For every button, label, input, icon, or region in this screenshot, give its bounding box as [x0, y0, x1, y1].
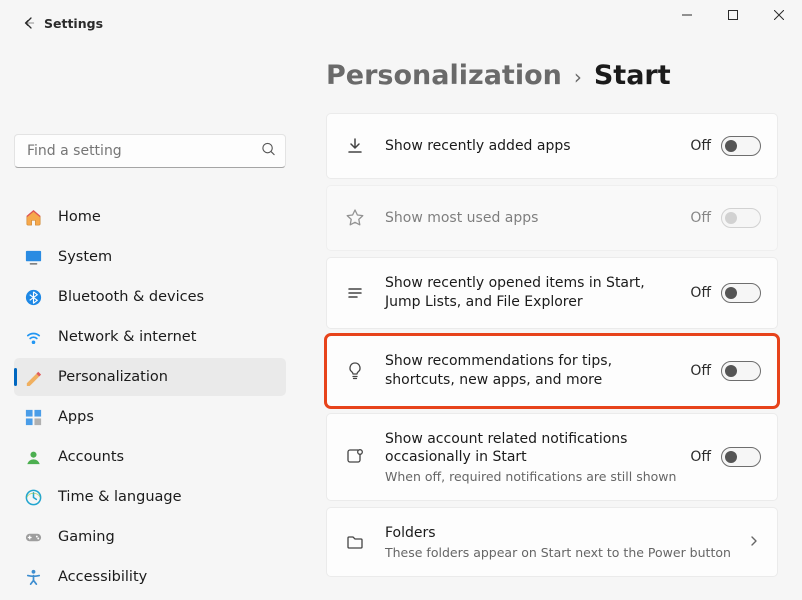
toggle-switch[interactable]: [721, 136, 761, 156]
sidebar-item-label: Bluetooth & devices: [58, 289, 204, 305]
card-title: Show account related notifications occas…: [385, 430, 680, 468]
start-notification-icon: [339, 441, 371, 473]
breadcrumb: Personalization › Start: [326, 60, 778, 91]
sidebar-item-home[interactable]: Home: [14, 198, 286, 236]
maximize-button[interactable]: [710, 0, 756, 30]
personalization-icon: [22, 366, 44, 388]
sidebar-item-label: Accessibility: [58, 569, 147, 585]
toggle-switch[interactable]: [721, 447, 761, 467]
sidebar-item-gaming[interactable]: Gaming: [14, 518, 286, 556]
sidebar-item-accessibility[interactable]: Accessibility: [14, 558, 286, 596]
chevron-right-icon: ›: [574, 65, 582, 89]
sidebar-item-system[interactable]: System: [14, 238, 286, 276]
toggle-switch: [721, 208, 761, 228]
card-recent-items[interactable]: Show recently opened items in Start, Jum…: [326, 257, 778, 329]
home-icon: [22, 206, 44, 228]
search-input[interactable]: [14, 134, 286, 168]
sidebar-item-label: Apps: [58, 409, 94, 425]
sidebar: Home System Bluetooth & devices Network …: [0, 46, 300, 600]
chevron-right-icon: [747, 533, 761, 552]
sidebar-item-label: Gaming: [58, 529, 115, 545]
window-title: Settings: [44, 16, 103, 31]
breadcrumb-parent[interactable]: Personalization: [326, 60, 562, 91]
folder-icon: [339, 526, 371, 558]
sidebar-item-network[interactable]: Network & internet: [14, 318, 286, 356]
sidebar-item-accounts[interactable]: Accounts: [14, 438, 286, 476]
card-account-notifications[interactable]: Show account related notifications occas…: [326, 413, 778, 502]
accessibility-icon: [22, 566, 44, 588]
toggle-state-label: Off: [690, 138, 711, 154]
window-controls: [664, 0, 802, 30]
apps-icon: [22, 406, 44, 428]
card-title: Show recently added apps: [385, 137, 680, 156]
toggle-state-label: Off: [690, 449, 711, 465]
breadcrumb-current: Start: [594, 60, 671, 91]
minimize-button[interactable]: [664, 0, 710, 30]
toggle-state-label: Off: [690, 210, 711, 226]
toggle-state-label: Off: [690, 285, 711, 301]
gaming-icon: [22, 526, 44, 548]
network-icon: [22, 326, 44, 348]
sidebar-item-label: Home: [58, 209, 101, 225]
sidebar-item-apps[interactable]: Apps: [14, 398, 286, 436]
toggle-switch[interactable]: [721, 361, 761, 381]
card-title: Folders: [385, 524, 733, 543]
titlebar: Settings: [0, 0, 802, 46]
card-title: Show recently opened items in Start, Jum…: [385, 274, 680, 312]
search-icon: [261, 142, 276, 161]
sidebar-item-personalization[interactable]: Personalization: [14, 358, 286, 396]
sidebar-item-label: Personalization: [58, 369, 168, 385]
download-icon: [339, 130, 371, 162]
time-icon: [22, 486, 44, 508]
sidebar-item-label: Accounts: [58, 449, 124, 465]
card-subtitle: When off, required notifications are sti…: [385, 469, 680, 484]
card-folders[interactable]: Folders These folders appear on Start ne…: [326, 507, 778, 577]
accounts-icon: [22, 446, 44, 468]
card-recommendations[interactable]: Show recommendations for tips, shortcuts…: [326, 335, 778, 407]
bluetooth-icon: [22, 286, 44, 308]
main-content: Personalization › Start Show recently ad…: [300, 46, 802, 600]
sidebar-item-time-language[interactable]: Time & language: [14, 478, 286, 516]
card-most-used: Show most used apps Off: [326, 185, 778, 251]
lightbulb-icon: [339, 355, 371, 387]
close-button[interactable]: [756, 0, 802, 30]
search-container: [14, 134, 286, 168]
sidebar-item-label: Network & internet: [58, 329, 196, 345]
card-title: Show most used apps: [385, 209, 680, 228]
nav-list: Home System Bluetooth & devices Network …: [14, 198, 286, 596]
card-title: Show recommendations for tips, shortcuts…: [385, 352, 680, 390]
toggle-switch[interactable]: [721, 283, 761, 303]
system-icon: [22, 246, 44, 268]
list-icon: [339, 277, 371, 309]
toggle-state-label: Off: [690, 363, 711, 379]
settings-card-list: Show recently added apps Off Show most u…: [326, 113, 778, 577]
card-recent-apps[interactable]: Show recently added apps Off: [326, 113, 778, 179]
sidebar-item-label: Time & language: [58, 489, 182, 505]
sidebar-item-bluetooth[interactable]: Bluetooth & devices: [14, 278, 286, 316]
star-icon: [339, 202, 371, 234]
sidebar-item-label: System: [58, 249, 112, 265]
card-subtitle: These folders appear on Start next to th…: [385, 545, 733, 560]
